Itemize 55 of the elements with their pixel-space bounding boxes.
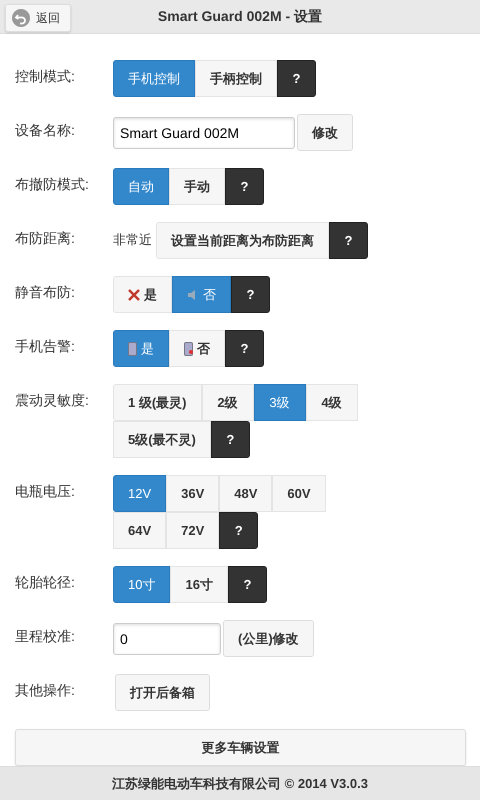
option-button[interactable]: 36V <box>166 475 220 512</box>
option-button[interactable]: 72V <box>166 512 220 550</box>
option-button[interactable]: 64V <box>113 512 166 550</box>
help-button[interactable]: ? <box>219 512 258 550</box>
option-button[interactable]: 48V <box>219 475 272 512</box>
copyright-text: 江苏绿能电动车科技有限公司 © 2014 V3.0.3 <box>112 774 368 793</box>
field-label: 手机告警: <box>15 337 76 356</box>
field-label: 布防距离: <box>15 229 76 248</box>
submit-button[interactable]: (公里)修改 <box>223 620 314 658</box>
input-field[interactable]: Smart Guard 002M <box>113 117 295 150</box>
field-label: 控制模式: <box>15 67 76 86</box>
option-button[interactable]: 手动 <box>169 168 225 206</box>
option-button[interactable]: 5级(最不灵) <box>113 421 211 458</box>
option-button[interactable]: 是 <box>113 276 172 314</box>
option-button[interactable]: 60V <box>272 475 326 512</box>
option-button[interactable]: 16寸 <box>170 566 228 604</box>
more-settings-button[interactable]: 更多车辆设置 <box>15 729 466 766</box>
field-label: 布撤防模式: <box>15 175 90 194</box>
field-label: 震动灵敏度: <box>15 391 90 410</box>
option-button[interactable]: 手机控制 <box>113 60 195 98</box>
phone-icon <box>184 342 193 356</box>
option-button[interactable]: 4级 <box>306 384 358 422</box>
option-button[interactable]: 否 <box>172 276 231 314</box>
field-label: 静音布防: <box>15 283 76 302</box>
option-button[interactable]: 1 级(最灵) <box>113 384 202 422</box>
action-button[interactable]: 打开后备箱 <box>115 674 210 712</box>
mute-icon <box>128 288 140 301</box>
help-button[interactable]: ? <box>329 222 368 260</box>
submit-button[interactable]: 修改 <box>297 114 353 152</box>
option-button[interactable]: 10寸 <box>113 566 170 604</box>
field-label: 电瓶电压: <box>15 482 76 502</box>
option-button[interactable]: 自动 <box>113 168 169 206</box>
help-button[interactable]: ? <box>210 421 250 458</box>
help-button[interactable]: ? <box>277 60 316 98</box>
set-distance-button[interactable]: 设置当前距离为布防距离 <box>156 222 329 260</box>
help-button[interactable]: ? <box>231 276 270 314</box>
help-button[interactable]: ? <box>225 330 264 368</box>
input-field[interactable]: 0 <box>113 623 221 656</box>
option-button[interactable]: 2级 <box>202 384 254 422</box>
field-label: 设备名称: <box>15 121 76 140</box>
help-button[interactable]: ? <box>228 566 267 604</box>
option-button[interactable]: 手柄控制 <box>195 60 277 98</box>
option-button[interactable]: 12V <box>113 475 166 512</box>
distance-reading: 非常近 <box>113 231 152 250</box>
field-label: 其他操作: <box>15 681 76 700</box>
option-button[interactable]: 否 <box>169 330 225 368</box>
back-button[interactable]: 返回 <box>5 4 71 32</box>
option-button[interactable]: 3级 <box>254 384 306 422</box>
field-label: 里程校准: <box>15 627 76 646</box>
page-title: Smart Guard 002M - 设置 <box>158 8 322 26</box>
back-icon <box>12 9 30 27</box>
phone-icon <box>128 342 137 356</box>
help-button[interactable]: ? <box>225 168 264 206</box>
field-label: 轮胎轮径: <box>15 573 76 592</box>
option-button[interactable]: 是 <box>113 330 169 368</box>
